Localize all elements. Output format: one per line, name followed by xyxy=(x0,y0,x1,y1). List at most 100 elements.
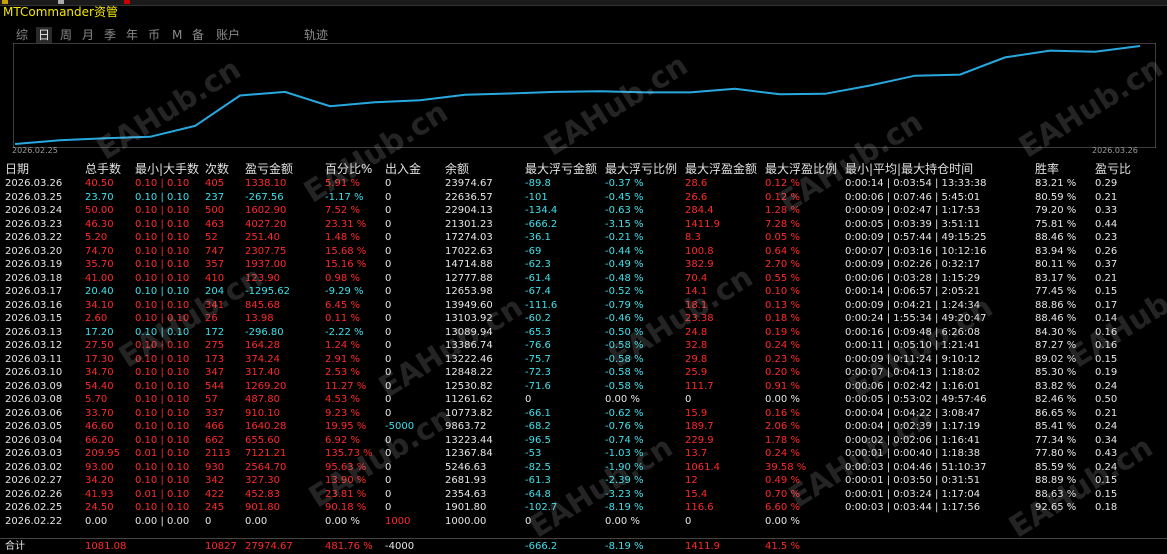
table-row[interactable]: 2026.03.04 66.20 0.10 | 0.10 662 655.60 6.92 … xyxy=(0,434,1167,448)
table-row[interactable]: 2026.02.22 0.00 0.00 | 0.00 0 0.00 0.00 % 1000… xyxy=(0,515,1167,529)
column-header[interactable]: 最大浮盈比例 xyxy=(765,161,837,177)
cell-pct: 5.91 % xyxy=(325,178,360,189)
cell-n: 204 xyxy=(205,286,225,297)
table-row[interactable]: 2026.03.08 5.70 0.10 | 0.10 57 487.80 4.53 % 0… xyxy=(0,393,1167,407)
cell-fpp: 0.12 % xyxy=(765,178,800,189)
cell-bal: 22904.13 xyxy=(445,205,493,216)
cell-rr: 0.18 xyxy=(1095,502,1118,513)
tab-2[interactable]: 周 xyxy=(60,27,72,43)
tab-9[interactable]: 账户 xyxy=(216,27,240,43)
table-row[interactable]: 2026.03.05 46.60 0.10 | 0.10 466 1640.28 19.9… xyxy=(0,420,1167,434)
table-row[interactable]: 2026.03.09 54.40 0.10 | 0.10 544 1269.20 11.2… xyxy=(0,380,1167,394)
column-header[interactable]: 余额 xyxy=(445,161,469,177)
cell-lots: 209.95 xyxy=(85,448,120,459)
tab-4[interactable]: 季 xyxy=(104,27,116,43)
tab-5[interactable]: 年 xyxy=(126,27,138,43)
cell-fl: -102.7 xyxy=(525,502,558,513)
table-row[interactable]: 2026.03.02 93.00 0.10 | 0.10 930 2564.70 95.6… xyxy=(0,461,1167,475)
cell-flp: -1.90 % xyxy=(605,461,644,473)
table-row[interactable]: 2026.03.24 50.00 0.10 | 0.10 500 1602.90 7.52… xyxy=(0,204,1167,218)
cell-pct: 15.16 % xyxy=(325,259,367,270)
table-row[interactable]: 2026.02.25 24.50 0.10 | 0.10 245 901.80 90.18… xyxy=(0,501,1167,515)
table-row[interactable]: 2026.03.12 27.50 0.10 | 0.10 275 164.28 1.24 … xyxy=(0,339,1167,353)
column-header[interactable]: 总手数 xyxy=(85,161,121,177)
cell-flp: -0.48 % xyxy=(605,272,644,284)
column-header[interactable]: 百分比% xyxy=(325,161,372,177)
cell-bal: 1000.00 xyxy=(445,515,487,527)
cell-io: 0 xyxy=(385,313,392,324)
cell-wr: 83.21 % xyxy=(1035,178,1077,189)
cell-t: 0:00:09 | 0:02:47 | 1:17:53 xyxy=(845,205,981,216)
cell-wr: 89.02 % xyxy=(1035,353,1077,365)
cell-rr: 0.21 xyxy=(1095,191,1118,203)
cell-bal: 21301.23 xyxy=(445,218,493,230)
tab-1[interactable]: 日 xyxy=(36,27,53,43)
tab-6[interactable]: 币 xyxy=(148,27,160,43)
cell-fp: 0 xyxy=(685,394,692,405)
cell-bal: 12367.84 xyxy=(445,448,493,459)
tab-7[interactable]: M xyxy=(172,27,182,43)
table-row[interactable]: 2026.03.06 33.70 0.10 | 0.10 337 910.10 9.23 … xyxy=(0,407,1167,421)
cell-rr: 0.50 xyxy=(1095,394,1118,405)
table-row[interactable]: 2026.03.17 20.40 0.10 | 0.10 204 -1295.62 -9.… xyxy=(0,285,1167,299)
table-row[interactable]: 2026.02.26 41.93 0.01 | 0.10 422 452.83 23.81… xyxy=(0,488,1167,502)
cell-flp: 0.00 % xyxy=(605,515,640,527)
table-header: 日期 总手数 最小|大手数 次数 盈亏金额 百分比% 出入金 余额 最大浮亏金额 最大浮亏比例 最大… xyxy=(0,161,1167,177)
column-header[interactable]: 最大浮盈金额 xyxy=(685,161,757,177)
cell-bal: 13223.44 xyxy=(445,434,493,446)
column-header[interactable]: 最小|平均|最大持仓时间 xyxy=(845,161,973,177)
table-row[interactable]: 2026.03.25 23.70 0.10 | 0.10 237 -267.56 -1.1… xyxy=(0,191,1167,205)
cell-lots: 50.00 xyxy=(85,205,114,216)
table-row[interactable]: 2026.03.19 35.70 0.10 | 0.10 357 1937.00 15.1… xyxy=(0,258,1167,272)
column-header[interactable]: 盈亏金额 xyxy=(245,161,293,177)
column-header[interactable]: 胜率 xyxy=(1035,161,1059,177)
close-icon[interactable] xyxy=(124,0,130,4)
column-header[interactable]: 日期 xyxy=(5,161,29,177)
cell-flp: -0.79 % xyxy=(605,299,644,311)
column-header[interactable]: 最大浮亏金额 xyxy=(525,161,597,177)
cell-d: 2026.02.27 xyxy=(5,475,63,486)
cell-mm: 0.10 | 0.10 xyxy=(135,286,190,297)
table-row[interactable]: 2026.03.13 17.20 0.10 | 0.10 172 -296.80 -2.2… xyxy=(0,326,1167,340)
cell-d: 2026.03.18 xyxy=(5,272,63,284)
cell-d: 2026.03.17 xyxy=(5,286,63,297)
cell-fl: -61.3 xyxy=(525,475,551,486)
column-header[interactable]: 最小|大手数 xyxy=(135,161,199,177)
cell-lots: 24.50 xyxy=(85,502,114,513)
table-row[interactable]: 2026.03.03 209.95 0.01 | 0.10 2113 7121.21 13… xyxy=(0,447,1167,461)
cell-lots: 34.10 xyxy=(85,299,114,311)
table-row[interactable]: 2026.03.11 17.30 0.10 | 0.10 173 374.24 2.91 … xyxy=(0,353,1167,367)
tab-10[interactable]: 轨迹 xyxy=(304,27,328,43)
cell-lots: 40.50 xyxy=(85,178,114,189)
cell-pct: 1.24 % xyxy=(325,340,360,351)
cell-pl: 251.40 xyxy=(245,232,280,243)
tab-0[interactable]: 综 xyxy=(16,27,28,43)
table-row[interactable]: 2026.03.18 41.00 0.10 | 0.10 410 123.90 0.98 … xyxy=(0,272,1167,286)
table-row[interactable]: 2026.03.22 5.20 0.10 | 0.10 52 251.40 1.48 % 0… xyxy=(0,231,1167,245)
column-header[interactable]: 最大浮亏比例 xyxy=(605,161,677,177)
table-row[interactable]: 2026.03.20 74.70 0.10 | 0.10 747 2307.75 15.6… xyxy=(0,245,1167,259)
cell-flp: -2.39 % xyxy=(605,475,644,486)
cell-pct: 15.68 % xyxy=(325,245,367,257)
cell-n: 747 xyxy=(205,245,225,257)
cell-wr: 83.17 % xyxy=(1035,272,1077,284)
table-row[interactable]: 2026.03.26 40.50 0.10 | 0.10 405 1338.10 5.91… xyxy=(0,177,1167,191)
cell-mm: 0.10 | 0.10 xyxy=(135,367,190,378)
table-row[interactable]: 2026.03.16 34.10 0.10 | 0.10 341 845.68 6.45 … xyxy=(0,299,1167,313)
table-row[interactable]: 2026.02.27 34.20 0.10 | 0.10 342 327.30 13.90… xyxy=(0,474,1167,488)
cell-fpp: 0.00 % xyxy=(765,515,800,527)
table-row[interactable]: 2026.03.10 34.70 0.10 | 0.10 347 317.40 2.53 … xyxy=(0,366,1167,380)
chart-start-date: 2026.02.25 xyxy=(12,146,58,155)
column-header[interactable]: 出入金 xyxy=(385,161,421,177)
tab-8[interactable]: 备 xyxy=(192,27,204,43)
tab-3[interactable]: 月 xyxy=(82,27,94,43)
cell-d: 2026.03.26 xyxy=(5,178,63,189)
column-header[interactable]: 次数 xyxy=(205,161,229,177)
cell-fp: 70.4 xyxy=(685,272,708,284)
cell-mm: 0.10 | 0.10 xyxy=(135,340,190,351)
column-header[interactable]: 盈亏比 xyxy=(1095,161,1131,177)
table-row[interactable]: 2026.03.15 2.60 0.10 | 0.10 26 13.98 0.11 % 0 1… xyxy=(0,312,1167,326)
table-row[interactable]: 2026.03.23 46.30 0.10 | 0.10 463 4027.20 23.3… xyxy=(0,218,1167,232)
cell-bal: 12653.98 xyxy=(445,286,493,297)
cell-rr: 0.15 xyxy=(1095,353,1118,365)
